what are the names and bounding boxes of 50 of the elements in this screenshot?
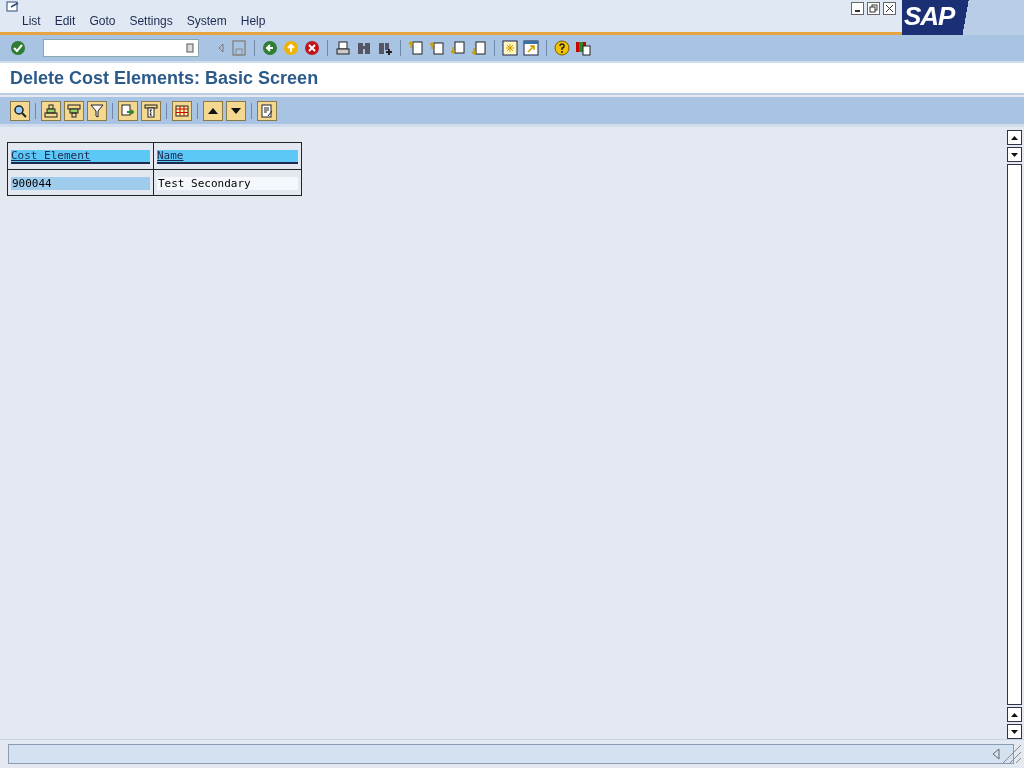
- menu-item[interactable]: Edit: [54, 14, 76, 28]
- resize-grip-icon[interactable]: [1002, 744, 1022, 764]
- checkmark-icon[interactable]: [10, 40, 26, 56]
- restore-icon[interactable]: [867, 2, 880, 15]
- down-triangle-icon: [1010, 728, 1019, 735]
- menu-item[interactable]: Help: [240, 14, 266, 28]
- previous-page-icon[interactable]: [429, 40, 445, 56]
- menu-icon[interactable]: [6, 1, 20, 13]
- first-page-icon[interactable]: [408, 40, 424, 56]
- scroll-up-button[interactable]: [1007, 130, 1022, 145]
- new-window-icon[interactable]: [502, 40, 518, 56]
- scroll-down-button[interactable]: [1007, 147, 1022, 162]
- next-page-icon[interactable]: [450, 40, 466, 56]
- minimize-icon[interactable]: [851, 2, 864, 15]
- table-cell: Test Secondary: [157, 177, 298, 190]
- close-icon[interactable]: [883, 2, 896, 15]
- sort-ascending-icon[interactable]: [41, 100, 61, 121]
- logo: SAP: [903, 0, 957, 32]
- table-cell: 900044: [11, 177, 150, 190]
- screen-title: Delete Cost Elements: Basic Screen: [10, 67, 319, 89]
- filter-icon[interactable]: [87, 100, 107, 121]
- command-field[interactable]: [43, 39, 199, 57]
- menu-item[interactable]: Settings: [129, 14, 173, 28]
- menu-item[interactable]: List: [22, 14, 41, 28]
- back-icon[interactable]: [262, 40, 278, 56]
- up-triangle-icon: [1010, 711, 1019, 718]
- grid-icon[interactable]: [172, 100, 192, 121]
- triangle-icon[interactable]: [990, 747, 1002, 761]
- help-icon[interactable]: [554, 40, 570, 56]
- export-icon[interactable]: [118, 100, 138, 121]
- magnifier-icon[interactable]: [10, 100, 30, 121]
- menu-item[interactable]: Goto: [89, 14, 116, 28]
- document-edit-icon[interactable]: [257, 100, 277, 121]
- last-page-icon[interactable]: [471, 40, 487, 56]
- column-header[interactable]: Cost Element: [11, 150, 150, 164]
- down-triangle-icon: [1010, 151, 1019, 158]
- scrollbar-track[interactable]: [1007, 164, 1022, 705]
- binoculars-plus-icon[interactable]: [377, 40, 393, 56]
- print-icon[interactable]: [335, 40, 351, 56]
- sort-descending-icon[interactable]: [64, 100, 84, 121]
- clipboard-icon[interactable]: [186, 43, 194, 53]
- layout-settings-icon[interactable]: [575, 40, 591, 56]
- cancel-icon[interactable]: [304, 40, 320, 56]
- scroll-down-button[interactable]: [1007, 724, 1022, 739]
- shortcut-icon[interactable]: [523, 40, 539, 56]
- scroll-up-button[interactable]: [1007, 707, 1022, 722]
- up-triangle-icon: [1010, 134, 1019, 141]
- binoculars-icon[interactable]: [356, 40, 372, 56]
- menu-item[interactable]: System: [186, 14, 227, 28]
- column-header[interactable]: Name: [157, 150, 298, 164]
